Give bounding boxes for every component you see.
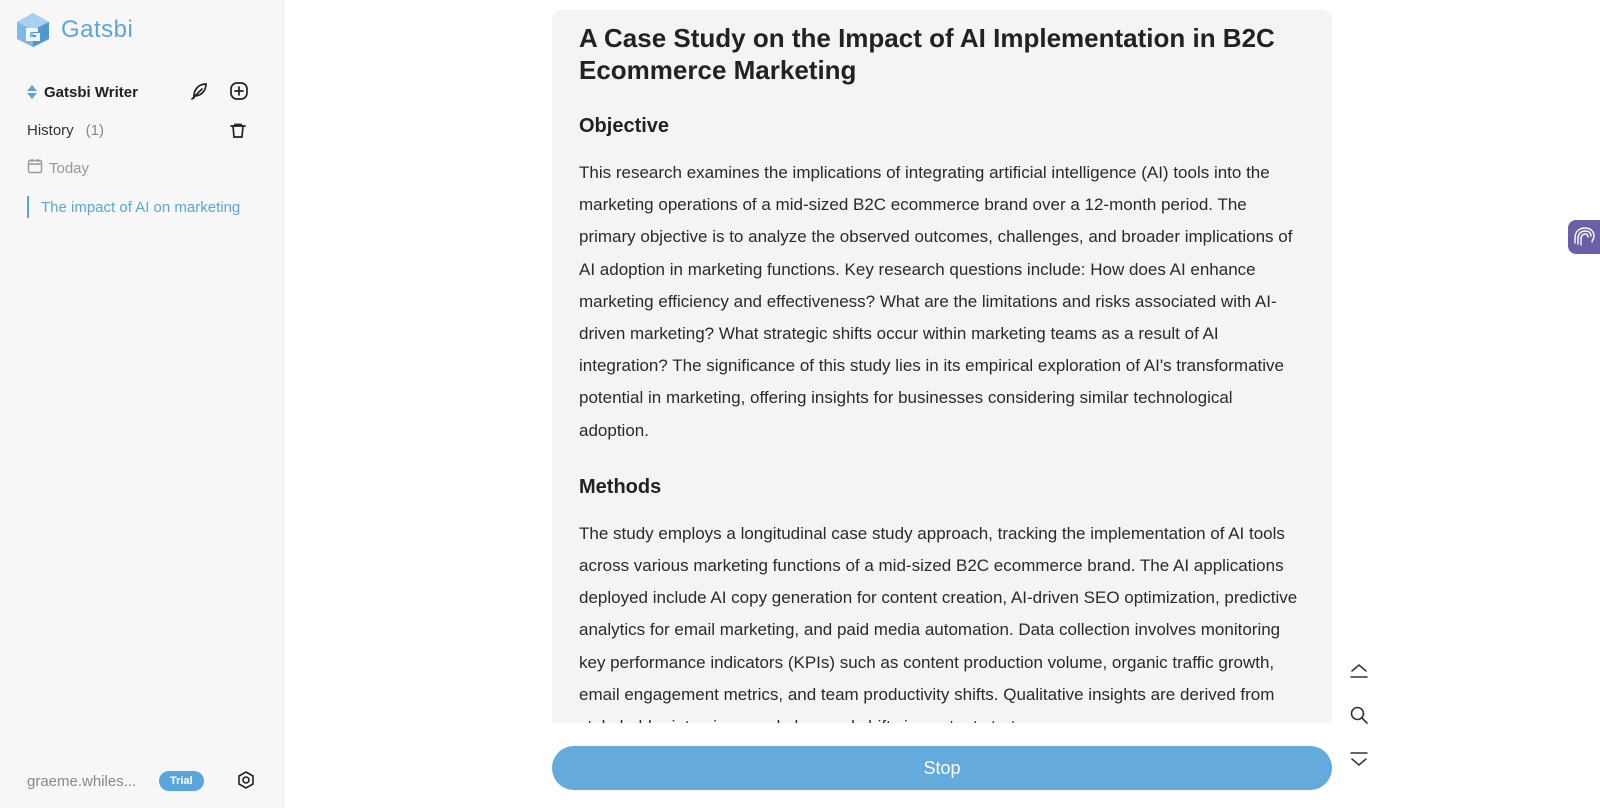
plus-square-icon[interactable] [228,80,250,102]
history-item-title: The impact of AI on marketing [41,198,241,216]
document-panel: A Case Study on the Impact of AI Impleme… [552,10,1332,723]
settings-icon[interactable] [235,769,257,791]
app-window: Gatsbi Gatsbi Writer History (1) Today T… [0,0,1600,808]
section-body: The study employs a longitudinal case st… [579,523,1298,723]
history-label: History [27,121,74,139]
history-header: History (1) [27,118,249,142]
section-heading: Methods [579,475,662,498]
user-footer: graeme.whiles... Trial [27,768,257,794]
calendar-icon [27,158,43,179]
plan-badge: Trial [159,771,204,791]
trash-icon[interactable] [227,120,249,142]
today-group: Today [27,158,89,179]
stop-button[interactable]: Stop [552,746,1332,790]
writer-title: Gatsbi Writer [44,83,138,101]
writer-selector[interactable]: Gatsbi Writer [26,80,250,104]
scroll-bottom-icon[interactable] [1348,748,1370,770]
user-email[interactable]: graeme.whiles... [27,773,145,790]
brand-name: Gatsbi [61,16,134,43]
logo[interactable]: Gatsbi [16,12,133,48]
scroll-top-icon[interactable] [1348,660,1370,682]
history-count: (1) [85,121,105,139]
today-label: Today [49,160,90,177]
search-icon[interactable] [1348,704,1370,726]
brain-icon[interactable] [1568,220,1600,254]
feather-pen-icon[interactable] [188,80,210,102]
section-heading: Objective [579,115,670,137]
section-body: This research examines the implications … [579,163,1293,440]
sidebar: Gatsbi Gatsbi Writer History (1) Today T… [0,0,284,808]
sort-toggle-icon[interactable] [26,83,38,101]
document-title: A Case Study on the Impact of AI Impleme… [579,23,1275,85]
history-item[interactable]: The impact of AI on marketing [27,196,257,218]
gatsbi-logo-icon [17,13,49,47]
